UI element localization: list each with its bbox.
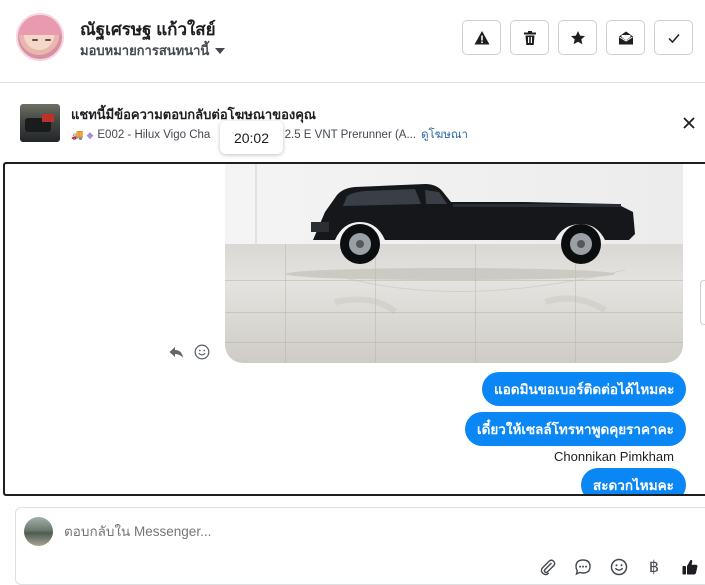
emoji-icon: [610, 558, 628, 576]
reply-icon[interactable]: [168, 344, 184, 360]
side-panel-edge: [700, 280, 705, 325]
emoji-button[interactable]: [609, 557, 629, 577]
page-avatar: [24, 517, 53, 546]
contact-avatar[interactable]: [16, 13, 64, 61]
sparkle-emoji-icon: ◆: [86, 129, 94, 140]
contact-name[interactable]: ณัฐเศรษฐ แก้วใสย์: [80, 16, 216, 43]
assign-conversation-dropdown[interactable]: มอบหมายการสนทนานี้: [80, 40, 226, 61]
caret-down-icon: [215, 48, 226, 54]
star-icon: [570, 30, 585, 44]
emoji-react-icon[interactable]: [194, 344, 210, 360]
star-button[interactable]: [558, 20, 597, 55]
assign-label: มอบหมายการสนทนานี้: [80, 43, 210, 58]
composer: [15, 507, 705, 585]
chat-bubble-icon: [575, 559, 591, 576]
truck-emoji-icon: 🚚: [71, 129, 84, 141]
report-spam-button[interactable]: [462, 20, 501, 55]
message-thread[interactable]: แอดมินขอเบอร์ติดต่อได้ไหมคะ เดี๋ยวให้เซล…: [3, 162, 705, 496]
delete-button[interactable]: [510, 20, 549, 55]
sender-name: Chonnikan Pimkham: [554, 449, 674, 464]
ad-text-tail: Cab 2.5 E VNT Prerunner (A...: [260, 129, 417, 141]
timestamp-tooltip: 20:02: [220, 121, 283, 154]
view-ad-link[interactable]: ดูโฆษณา: [421, 126, 468, 144]
close-icon[interactable]: [680, 114, 698, 132]
ad-text: E002 - Hilux Vigo Cha: [97, 129, 211, 141]
message-actions: [168, 344, 210, 360]
message-image[interactable]: [225, 164, 683, 363]
envelope-open-icon: [618, 31, 633, 44]
check-icon: [667, 33, 680, 43]
mark-done-button[interactable]: [654, 20, 693, 55]
pickup-truck-image: [285, 184, 635, 315]
paperclip-icon: [540, 559, 556, 576]
like-button[interactable]: [680, 557, 700, 577]
mark-unread-button[interactable]: [606, 20, 645, 55]
attach-button[interactable]: [538, 557, 558, 577]
warning-icon: [474, 30, 489, 44]
payment-button[interactable]: ฿: [644, 557, 664, 577]
reply-input[interactable]: [64, 524, 464, 539]
message-bubble[interactable]: แอดมินขอเบอร์ติดต่อได้ไหมคะ: [482, 372, 687, 406]
ad-thumbnail[interactable]: [20, 104, 60, 142]
message-bubble[interactable]: เดี๋ยวให้เซลล์โทรหาพูดคุยราคาคะ: [465, 412, 686, 446]
conversation-page: ณัฐเศรษฐ แก้วใสย์ มอบหมายการสนทนานี้ แชท…: [0, 0, 705, 585]
baht-icon: ฿: [648, 559, 660, 576]
trash-icon: [523, 30, 536, 45]
saved-replies-button[interactable]: [573, 557, 593, 577]
thumbs-up-icon: [682, 559, 698, 575]
message-bubble[interactable]: สะดวกไหมคะ: [581, 468, 686, 494]
